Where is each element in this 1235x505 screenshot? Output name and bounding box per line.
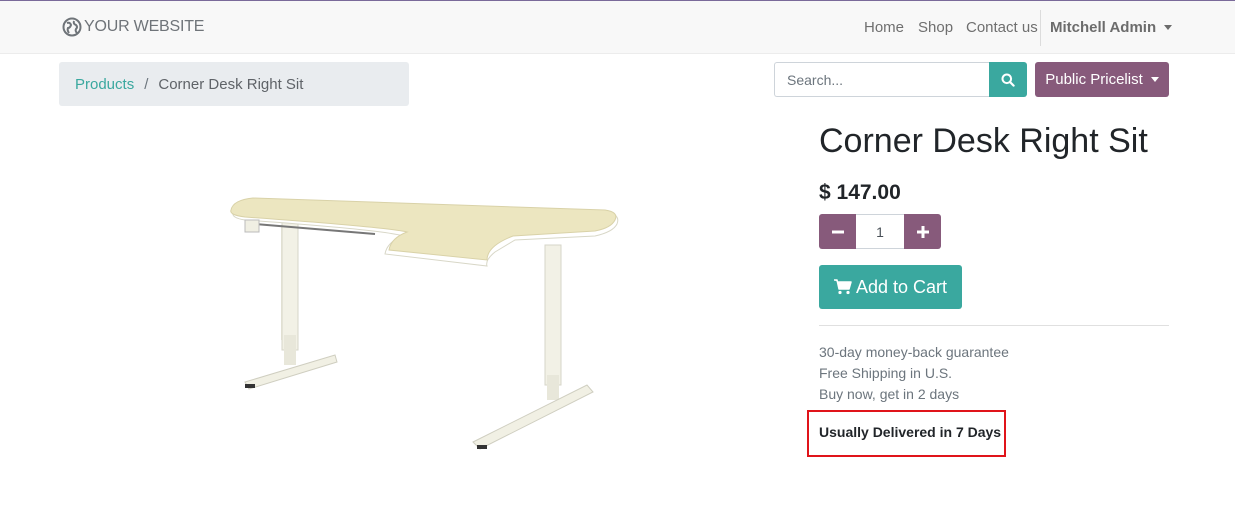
pricelist-dropdown[interactable]: Public Pricelist — [1035, 62, 1169, 97]
chevron-down-icon — [1164, 25, 1173, 30]
guarantee-fast-delivery: Buy now, get in 2 days — [819, 386, 960, 402]
product-price: $ 147.00 — [819, 181, 901, 204]
minus-icon — [831, 230, 844, 233]
product-image — [230, 197, 619, 450]
user-menu[interactable]: Mitchell Admin — [1050, 19, 1173, 36]
nav-link-home[interactable]: Home — [864, 19, 904, 36]
nav-link-shop[interactable]: Shop — [918, 19, 953, 36]
guarantee-money-back: 30-day money-back guarantee — [819, 344, 1009, 360]
search-input[interactable] — [774, 62, 989, 97]
add-to-cart-button[interactable]: Add to Cart — [819, 265, 962, 309]
divider — [819, 325, 1169, 326]
guarantee-free-shipping: Free Shipping in U.S. — [819, 365, 953, 381]
quantity-decrease-button[interactable] — [819, 214, 856, 249]
search-icon — [1001, 73, 1015, 87]
plus-icon — [916, 225, 929, 238]
brand-logo[interactable]: YOUR WEBSITE — [62, 17, 204, 37]
breadcrumb-products-link[interactable]: Products — [75, 76, 134, 93]
quantity-stepper — [819, 214, 941, 249]
breadcrumb-separator: / — [144, 75, 149, 93]
breadcrumb: Products / Corner Desk Right Sit — [59, 62, 409, 106]
globe-icon — [62, 17, 82, 37]
product-title: Corner Desk Right Sit — [819, 122, 1148, 160]
breadcrumb-current: Corner Desk Right Sit — [158, 75, 304, 93]
search-button[interactable] — [989, 62, 1027, 97]
quantity-input[interactable] — [856, 214, 904, 249]
pricelist-label: Public Pricelist — [1045, 71, 1143, 88]
user-name: Mitchell Admin — [1050, 19, 1157, 36]
search-bar — [774, 62, 1027, 97]
nav-divider — [1040, 10, 1041, 46]
brand-text: YOUR WEBSITE — [84, 18, 205, 35]
shopping-cart-icon — [833, 279, 852, 295]
navbar: YOUR WEBSITE Home Shop Contact us Mitche… — [0, 1, 1235, 54]
nav-link-contact[interactable]: Contact us — [966, 19, 1038, 36]
add-to-cart-label: Add to Cart — [855, 276, 948, 297]
chevron-down-icon — [1150, 77, 1159, 82]
delivery-time: Usually Delivered in 7 Days — [819, 424, 1002, 440]
quantity-increase-button[interactable] — [904, 214, 941, 249]
